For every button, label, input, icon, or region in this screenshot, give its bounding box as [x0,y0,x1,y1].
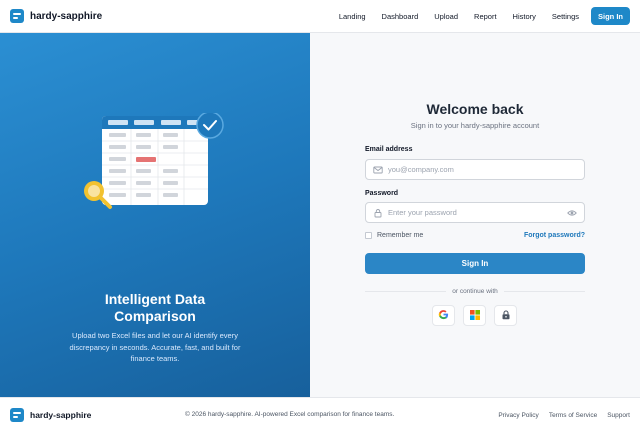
login-panel: Welcome back Sign in to your hardy-sapph… [310,33,640,397]
google-icon [438,308,449,323]
logo-icon [10,9,24,23]
support-link[interactable]: Support [607,412,630,419]
divider-line-left [365,291,447,292]
site-footer: hardy-sapphire © 2026 hardy-sapphire. AI… [0,397,640,432]
top-header: hardy-sapphire Landing Dashboard Upload … [0,0,640,33]
forgot-password-link[interactable]: Forgot password? [524,232,585,239]
brand-name: hardy-sapphire [30,10,103,22]
hero-title-line1: Intelligent Data [104,291,206,307]
terms-link[interactable]: Terms of Service [549,412,597,419]
form-subtitle: Sign in to your hardy-sapphire account [410,121,540,130]
nav-dashboard[interactable]: Dashboard [382,12,419,21]
hero-description: Upload two Excel files and let our AI id… [69,331,241,363]
divider-line-right [503,291,585,292]
email-field-wrapper [365,159,585,180]
remember-label: Remember me [377,232,424,239]
hero-title: Intelligent Data Comparison [0,291,310,325]
footer-links: Privacy Policy Terms of Service Support [488,412,630,419]
footer-brand[interactable]: hardy-sapphire [10,408,91,422]
microsoft-login-button[interactable] [463,305,486,326]
microsoft-icon [469,308,480,323]
hero-panel: Intelligent Data Comparison Upload two E… [0,33,310,397]
social-divider: or continue with [365,288,585,295]
lock-icon [501,308,511,323]
divider-text: or continue with [452,288,498,295]
nav-settings[interactable]: Settings [552,12,579,21]
nav-report[interactable]: Report [474,12,497,21]
remember-me: Remember me [365,232,423,239]
mail-icon [373,165,383,175]
lock-icon [373,208,383,218]
header-signin-button[interactable]: Sign In [591,7,630,25]
google-login-button[interactable] [432,305,455,326]
logo-icon [10,408,24,422]
social-login-buttons [432,305,517,326]
password-label: Password [365,190,399,197]
footer-brand-name: hardy-sapphire [30,410,92,420]
signin-submit-button[interactable]: Sign In [365,253,585,274]
hero-title-line2: Comparison [114,308,196,324]
main-nav: Landing Dashboard Upload Report History … [339,12,579,21]
form-title: Welcome back [426,101,524,117]
sso-login-button[interactable] [494,305,517,326]
password-field-wrapper [365,202,585,223]
nav-upload[interactable]: Upload [434,12,458,21]
spreadsheet-illustration [84,113,224,209]
nav-landing[interactable]: Landing [339,12,366,21]
email-input[interactable] [388,165,577,174]
remember-checkbox[interactable] [365,232,372,239]
copyright-text: © 2026 hardy-sapphire. AI-powered Excel … [185,411,395,418]
nav-history[interactable]: History [513,12,536,21]
email-label: Email address [365,146,413,153]
privacy-policy-link[interactable]: Privacy Policy [498,412,538,419]
password-input[interactable] [388,208,567,217]
brand[interactable]: hardy-sapphire [10,9,102,23]
eye-icon[interactable] [567,208,577,218]
